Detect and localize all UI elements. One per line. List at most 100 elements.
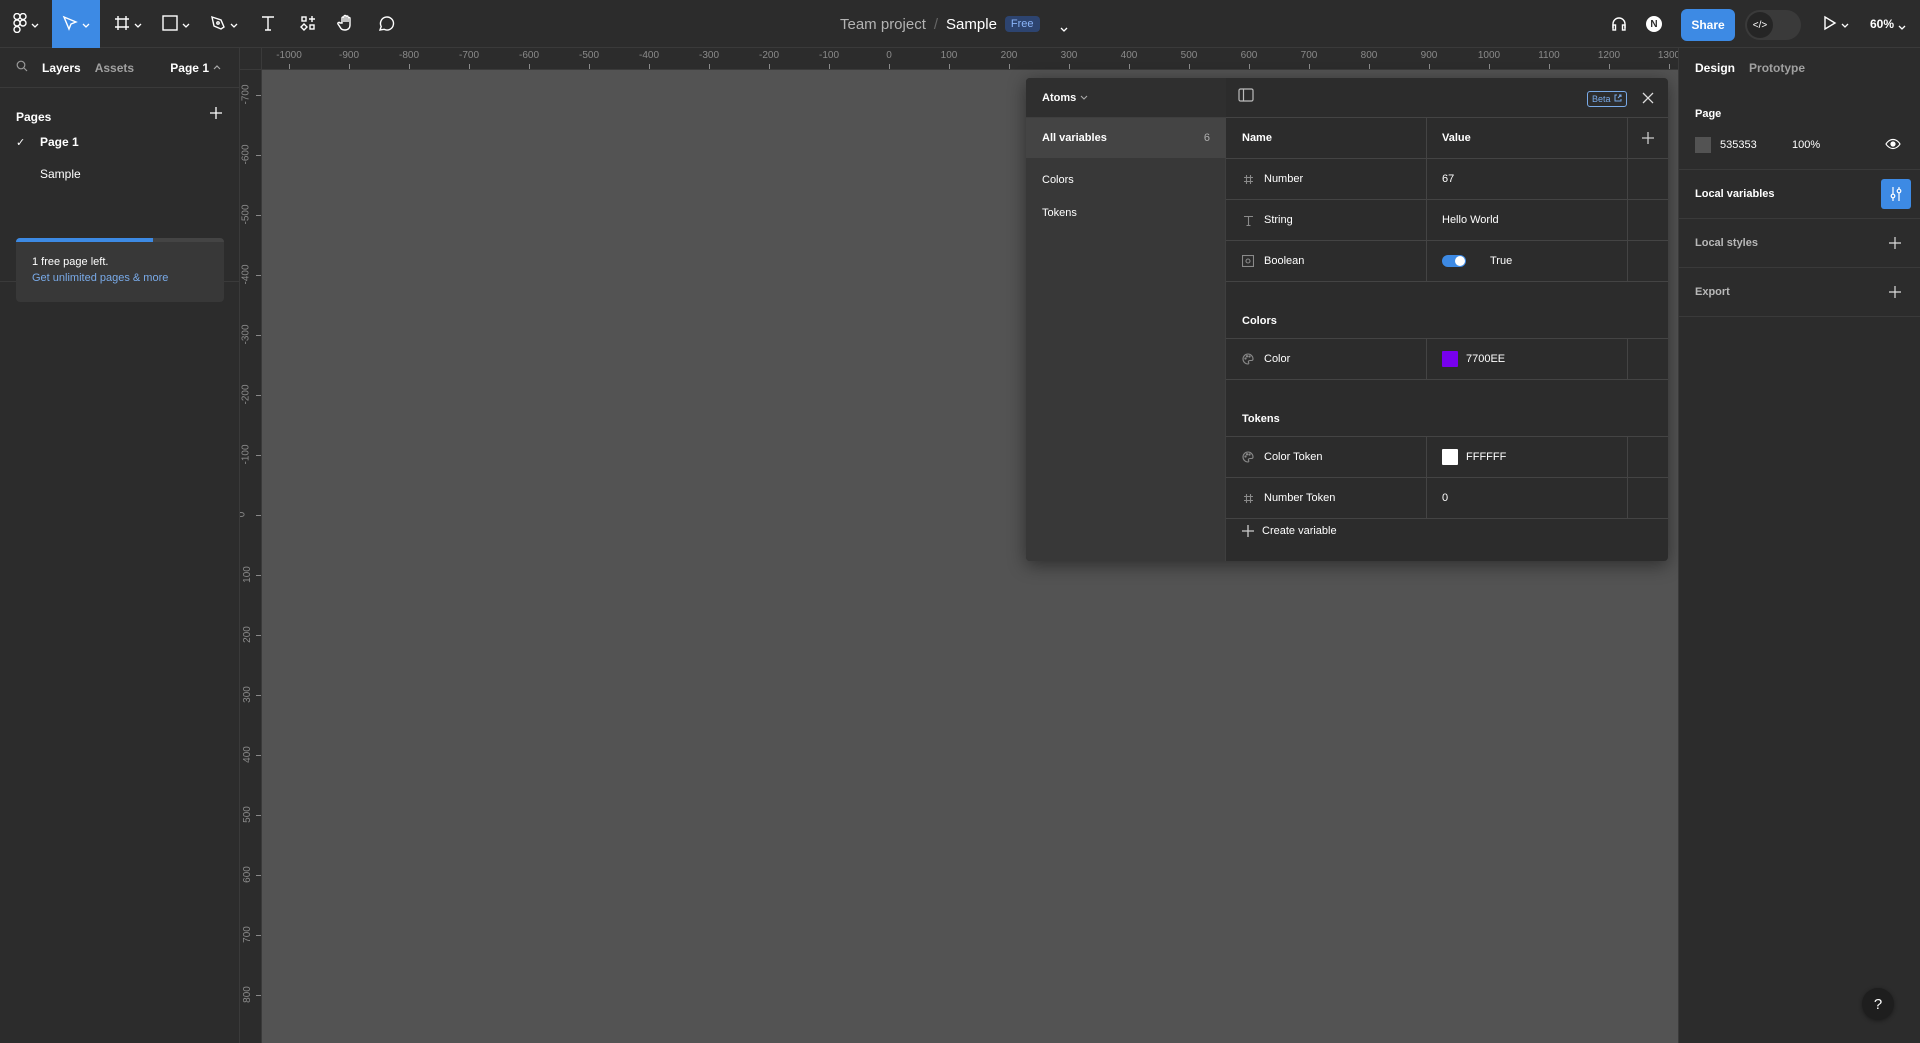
ruler-label: 500 xyxy=(241,806,253,823)
variable-value[interactable]: 7700EE xyxy=(1466,353,1505,365)
dev-mode-toggle[interactable]: </> xyxy=(1745,10,1801,40)
visibility-eye-icon[interactable] xyxy=(1885,137,1901,154)
local-styles-title: Local styles xyxy=(1695,237,1758,249)
add-page-button[interactable] xyxy=(206,104,226,124)
ruler-label: -100 xyxy=(818,50,840,61)
beta-badge[interactable]: Beta xyxy=(1587,91,1627,107)
sliders-icon xyxy=(1890,187,1902,201)
zoom-value: 60% xyxy=(1870,17,1895,31)
search-icon[interactable] xyxy=(16,60,28,75)
variable-row-color-token[interactable]: Color Token FFFFFF xyxy=(1226,437,1668,478)
ruler-label: -900 xyxy=(338,50,360,61)
hand-tool-button[interactable] xyxy=(330,0,362,48)
variable-name[interactable]: Color Token xyxy=(1264,451,1323,463)
ruler-tick xyxy=(1069,64,1070,69)
open-variables-button[interactable] xyxy=(1881,179,1911,209)
local-variables-modal: Atoms All variables 6 Colors Tokens Beta xyxy=(1026,78,1668,561)
comment-tool-button[interactable] xyxy=(370,0,402,48)
ruler-label: 700 xyxy=(1300,50,1318,61)
shape-tool-button[interactable] xyxy=(156,0,196,48)
variable-name[interactable]: String xyxy=(1264,214,1293,226)
left-panel-tabs: Layers Assets Page 1 xyxy=(0,48,239,88)
boolean-toggle[interactable] xyxy=(1442,255,1466,267)
current-page-label: Page 1 xyxy=(170,61,209,75)
page-color-swatch[interactable] xyxy=(1695,137,1711,153)
present-button[interactable] xyxy=(1818,0,1854,48)
variable-value[interactable]: Hello World xyxy=(1442,214,1499,226)
plus-icon xyxy=(1889,286,1901,298)
color-swatch[interactable] xyxy=(1442,449,1458,465)
tab-prototype[interactable]: Prototype xyxy=(1749,61,1805,75)
create-variable-button[interactable]: Create variable xyxy=(1242,511,1337,551)
variables-table: Beta Name Value Number 67 String Hello W… xyxy=(1226,78,1668,561)
page-color-value[interactable]: 535353 xyxy=(1720,139,1757,151)
ruler-tick xyxy=(256,275,261,276)
ruler-label: 100 xyxy=(940,50,958,61)
ruler-tick xyxy=(829,64,830,69)
add-mode-button[interactable] xyxy=(1628,118,1668,158)
variable-name[interactable]: Boolean xyxy=(1264,255,1304,267)
ruler-tick xyxy=(649,64,650,69)
ruler-tick xyxy=(1609,64,1610,69)
ruler-tick xyxy=(589,64,590,69)
tab-layers[interactable]: Layers xyxy=(42,61,81,75)
upgrade-link[interactable]: Get unlimited pages & more xyxy=(32,272,168,284)
page-item-page-1[interactable]: ✓ Page 1 xyxy=(0,126,239,158)
file-menu-chevron-icon[interactable] xyxy=(1060,20,1068,32)
variable-name[interactable]: Number xyxy=(1264,173,1303,185)
ruler-tick xyxy=(1369,64,1370,69)
zoom-dropdown[interactable]: 60% xyxy=(1870,0,1906,48)
add-export-button[interactable] xyxy=(1885,282,1905,302)
ruler-tick xyxy=(256,755,261,756)
ruler-label: -200 xyxy=(758,50,780,61)
audio-button[interactable] xyxy=(1606,0,1632,48)
page-opacity-value[interactable]: 100% xyxy=(1792,139,1820,151)
variable-name[interactable]: Color xyxy=(1264,353,1290,365)
color-swatch[interactable] xyxy=(1442,351,1458,367)
group-tokens[interactable]: Tokens xyxy=(1026,193,1226,233)
variable-row-color[interactable]: Color 7700EE xyxy=(1226,339,1668,380)
components-icon xyxy=(300,15,316,34)
chevron-down-icon xyxy=(31,20,39,28)
file-name[interactable]: Sample xyxy=(946,16,997,33)
ruler-tick xyxy=(949,64,950,69)
ruler-label: 800 xyxy=(1360,50,1378,61)
help-button[interactable]: ? xyxy=(1862,988,1894,1020)
variable-name[interactable]: Number Token xyxy=(1264,492,1335,504)
string-text-icon xyxy=(1242,214,1254,226)
collection-dropdown[interactable]: Atoms xyxy=(1042,78,1088,118)
play-icon xyxy=(1823,15,1837,34)
variable-row-string[interactable]: String Hello World xyxy=(1226,200,1668,241)
ruler-label: 1000 xyxy=(1477,50,1501,61)
ruler-label: 900 xyxy=(1420,50,1438,61)
main-menu-button[interactable] xyxy=(0,0,52,48)
user-avatar[interactable]: N xyxy=(1640,0,1668,48)
ruler-tick xyxy=(1249,64,1250,69)
ruler-label: -600 xyxy=(240,144,252,165)
page-item-sample[interactable]: Sample xyxy=(0,158,239,190)
add-style-button[interactable] xyxy=(1885,233,1905,253)
group-all-variables[interactable]: All variables 6 xyxy=(1026,118,1226,158)
pen-tool-button[interactable] xyxy=(204,0,244,48)
share-button[interactable]: Share xyxy=(1681,9,1735,41)
tab-design[interactable]: Design xyxy=(1695,61,1735,75)
project-name[interactable]: Team project xyxy=(840,16,926,33)
tab-assets[interactable]: Assets xyxy=(95,61,134,75)
export-title: Export xyxy=(1695,286,1730,298)
variable-row-number[interactable]: Number 67 xyxy=(1226,159,1668,200)
variable-value[interactable]: 0 xyxy=(1442,492,1448,504)
text-tool-button[interactable] xyxy=(252,0,284,48)
page-selector[interactable]: Page 1 xyxy=(170,48,221,88)
variable-value[interactable]: FFFFFF xyxy=(1466,451,1506,463)
table-header-row: Name Value xyxy=(1226,118,1668,159)
close-button[interactable] xyxy=(1638,88,1658,108)
resources-tool-button[interactable] xyxy=(292,0,324,48)
variable-row-boolean[interactable]: Boolean True xyxy=(1226,241,1668,282)
ruler-tick xyxy=(1429,64,1430,69)
frame-tool-button[interactable] xyxy=(108,0,148,48)
move-tool-button[interactable] xyxy=(52,0,100,48)
chevron-down-icon xyxy=(1841,20,1849,28)
ruler-tick xyxy=(256,635,261,636)
variable-value[interactable]: 67 xyxy=(1442,173,1454,185)
sidebar-toggle-icon[interactable] xyxy=(1238,88,1258,108)
